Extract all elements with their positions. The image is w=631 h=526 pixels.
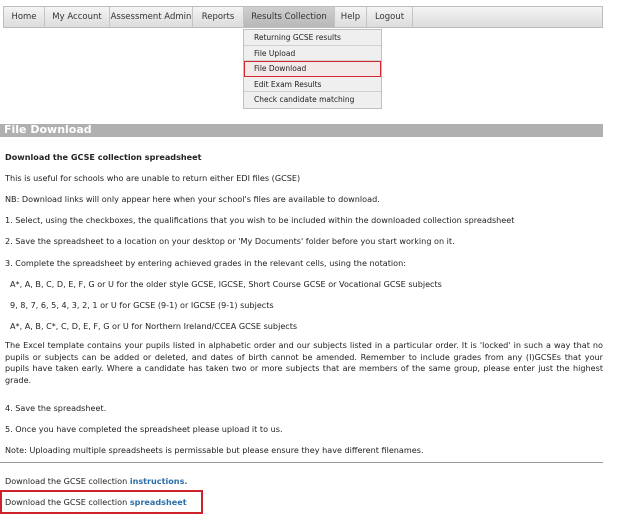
step-2-text: 2. Save the spreadsheet to a location on…	[5, 236, 455, 246]
notation-line-3: A*, A, B, C*, C, D, E, F, G or U for Nor…	[10, 321, 298, 331]
step-5-text: 5. Once you have completed the spreadshe…	[5, 424, 283, 434]
nav-logout[interactable]: Logout	[367, 7, 413, 27]
step-4-text: 4. Save the spreadsheet.	[5, 403, 107, 413]
notation-line-1: A*, A, B, C, D, E, F, G or U for the old…	[10, 279, 442, 289]
divider	[0, 462, 603, 463]
results-collection-dropdown: Returning GCSE results File Upload File …	[243, 29, 382, 109]
step-1-text: 1. Select, using the checkboxes, the qua…	[5, 215, 515, 225]
spreadsheet-download-line: Download the GCSE collection spreadsheet	[5, 497, 187, 507]
page-title-bar: File Download	[0, 123, 603, 137]
menu-item-returning-gcse-results[interactable]: Returning GCSE results	[244, 30, 381, 46]
section-heading: Download the GCSE collection spreadsheet	[5, 152, 202, 162]
nav-reports[interactable]: Reports	[193, 7, 244, 27]
notation-line-2: 9, 8, 7, 6, 5, 4, 3, 2, 1 or U for GCSE …	[10, 300, 274, 310]
note-text: Note: Uploading multiple spreadsheets is…	[5, 445, 424, 455]
instructions-download-line: Download the GCSE collection instruction…	[5, 476, 187, 486]
page-title: File Download	[4, 123, 92, 136]
intro-text: This is useful for schools who are unabl…	[5, 173, 301, 183]
nav-results-collection[interactable]: Results Collection	[244, 7, 335, 27]
nav-my-account[interactable]: My Account	[45, 7, 110, 27]
template-note: The Excel template contains your pupils …	[5, 340, 603, 385]
main-nav: Home My Account Assessment Admin Reports…	[3, 6, 603, 28]
instructions-link[interactable]: instructions.	[130, 476, 188, 486]
nav-home[interactable]: Home	[4, 7, 45, 27]
spreadsheet-prefix: Download the GCSE collection	[5, 497, 130, 507]
spreadsheet-link[interactable]: spreadsheet	[130, 497, 187, 507]
menu-item-file-download[interactable]: File Download	[244, 61, 381, 77]
step-3-text: 3. Complete the spreadsheet by entering …	[5, 258, 406, 268]
nav-assessment-admin[interactable]: Assessment Admin	[110, 7, 193, 27]
menu-item-edit-exam-results[interactable]: Edit Exam Results	[244, 77, 381, 92]
nav-help[interactable]: Help	[335, 7, 367, 27]
instructions-prefix: Download the GCSE collection	[5, 476, 130, 486]
nb-text: NB: Download links will only appear here…	[5, 194, 380, 204]
menu-item-file-upload[interactable]: File Upload	[244, 46, 381, 61]
menu-item-check-candidate-matching[interactable]: Check candidate matching	[244, 92, 381, 108]
